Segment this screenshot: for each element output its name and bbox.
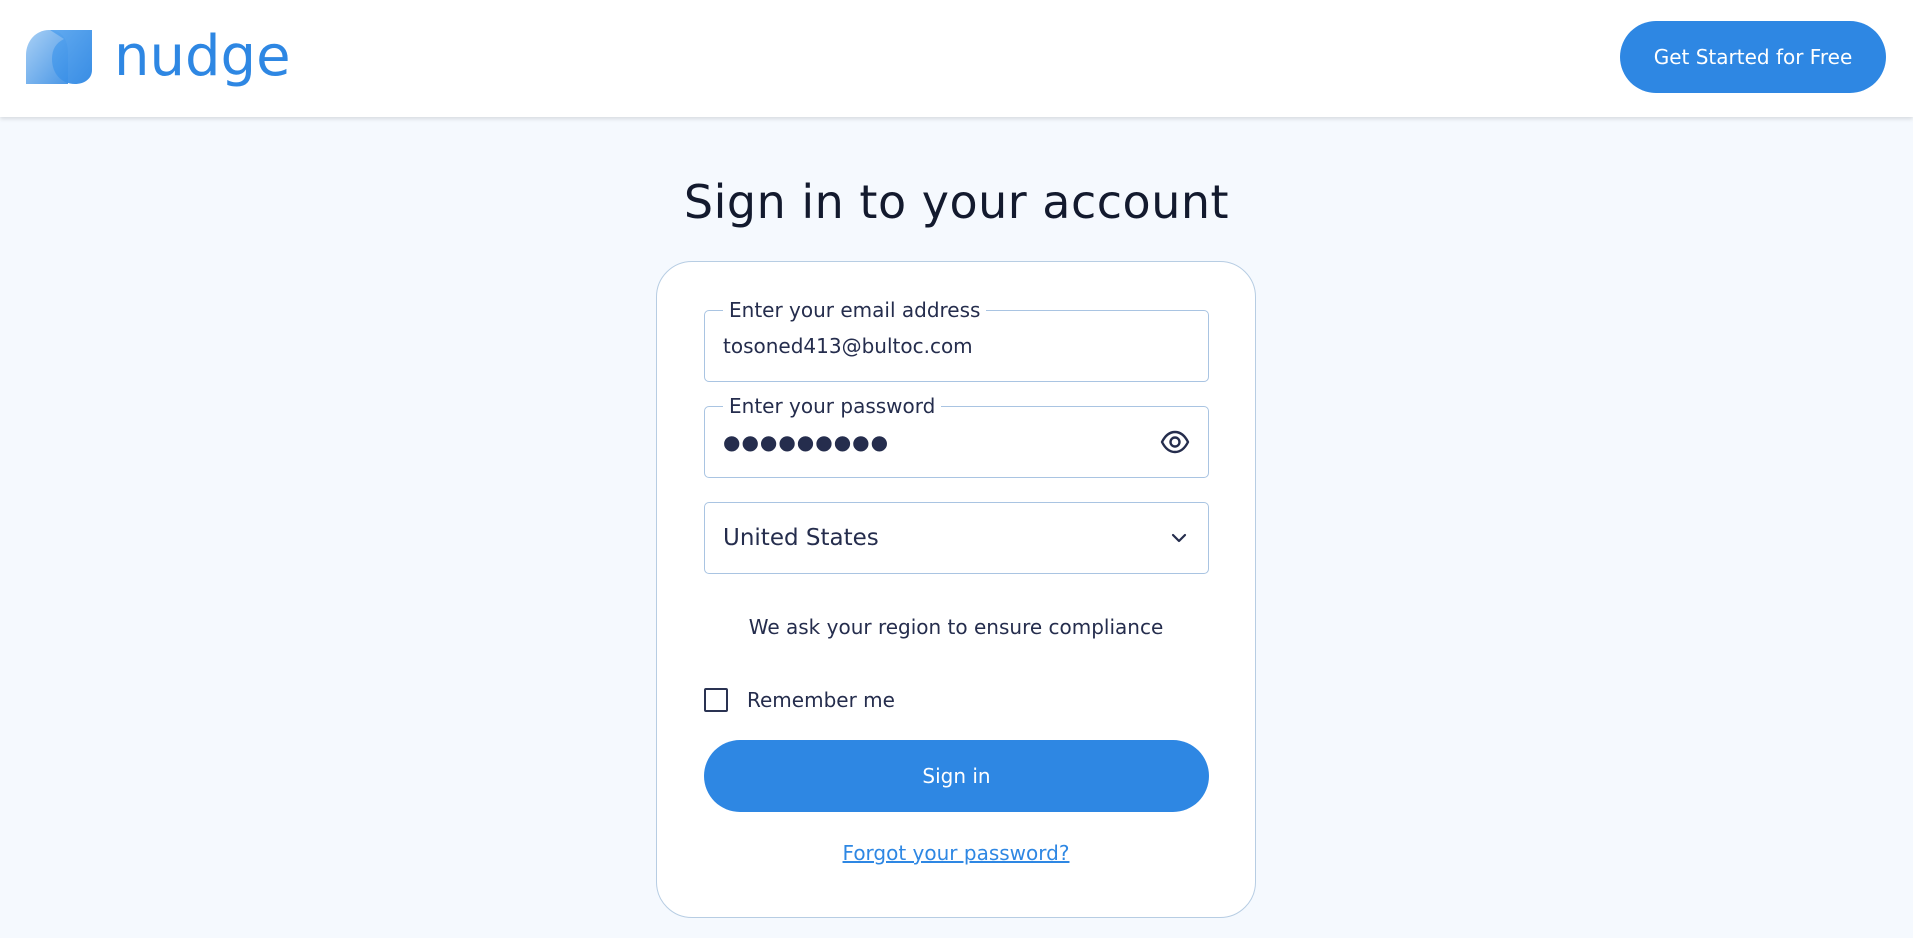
brand-name: nudge: [114, 29, 291, 89]
remember-me-row[interactable]: Remember me: [704, 688, 895, 712]
email-field-label: Enter your email address: [723, 298, 987, 322]
region-compliance-note: We ask your region to ensure compliance: [748, 615, 1164, 639]
page-title: Sign in to your account: [683, 175, 1230, 229]
nudge-logo-mark-icon: nudge: [26, 29, 291, 89]
get-started-button[interactable]: Get Started for Free: [1620, 21, 1886, 93]
forgot-password-link[interactable]: Forgot your password?: [657, 841, 1255, 865]
eye-icon[interactable]: [1160, 429, 1190, 455]
email-field[interactable]: Enter your email address tosoned413@bult…: [704, 298, 1209, 382]
signin-card: Enter your email address tosoned413@bult…: [656, 261, 1256, 918]
password-field-label: Enter your password: [723, 394, 942, 418]
sign-in-button[interactable]: Sign in: [704, 740, 1209, 812]
top-header: nudge Get Started for Free: [0, 0, 1913, 117]
email-input-value[interactable]: tosoned413@bultoc.com: [723, 333, 973, 359]
brand-logo[interactable]: nudge: [26, 29, 316, 89]
region-selected-value: United States: [723, 525, 879, 551]
chevron-down-icon: [1170, 529, 1188, 547]
password-input-value[interactable]: ●●●●●●●●●: [723, 429, 889, 455]
remember-me-label[interactable]: Remember me: [747, 688, 895, 712]
remember-me-checkbox[interactable]: [704, 688, 728, 712]
password-field[interactable]: Enter your password ●●●●●●●●●: [704, 394, 1209, 478]
region-select[interactable]: United States: [704, 502, 1209, 574]
